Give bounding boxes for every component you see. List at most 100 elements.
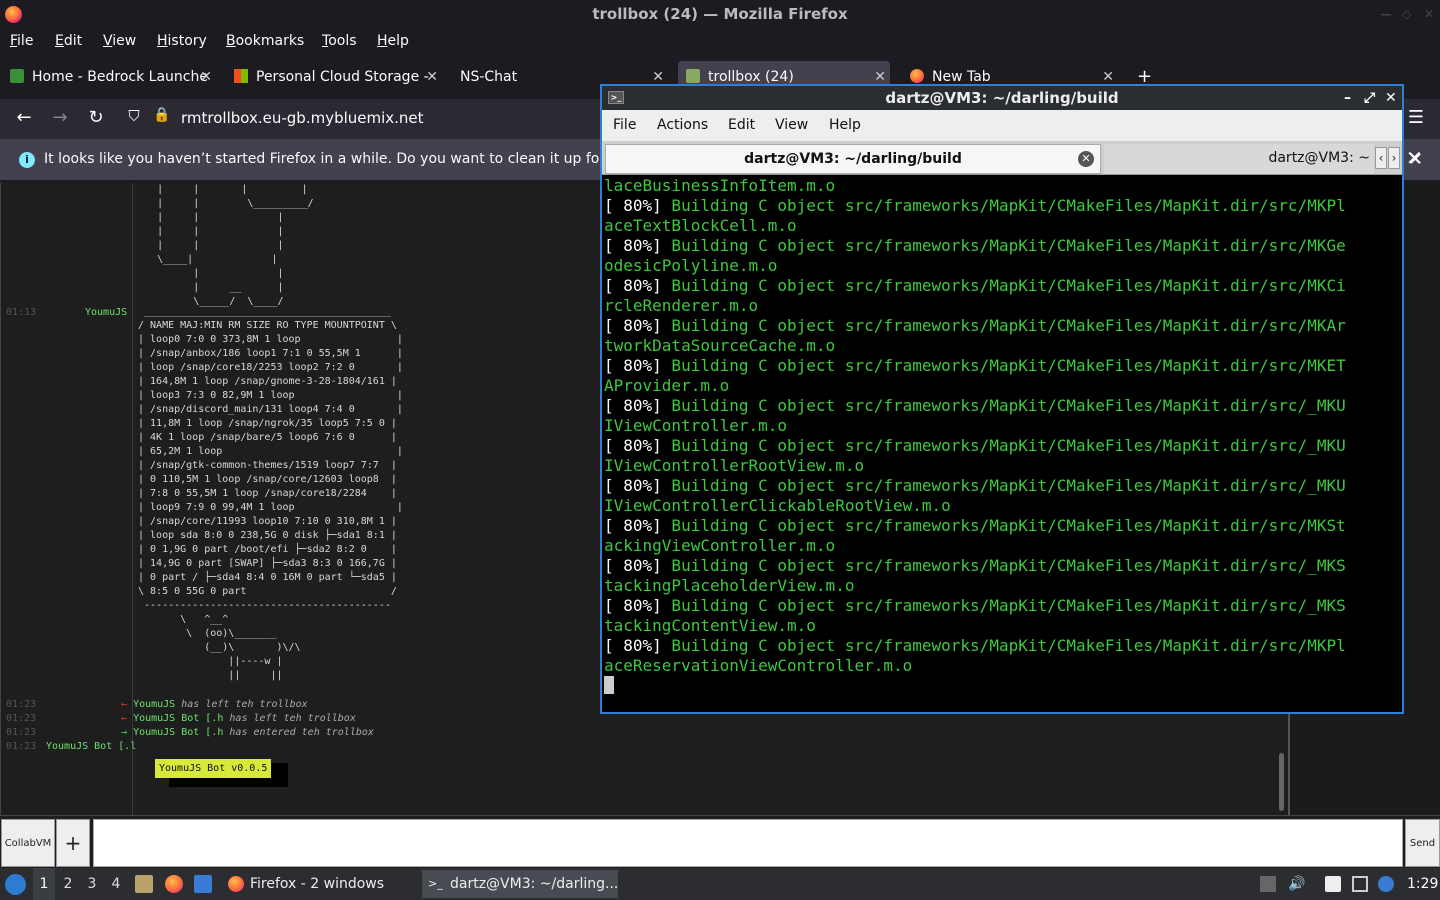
notice-text: It looks like you haven’t started Firefo…: [44, 151, 628, 167]
terminal-line: [ 80%] Building C object src/frameworks/…: [604, 316, 1400, 336]
workspace-2[interactable]: 2: [57, 868, 79, 900]
menu-edit[interactable]: Edit: [55, 33, 82, 49]
close-icon[interactable]: ✕: [1385, 86, 1397, 110]
cowsay-cow: \ ^__^ \ (oo)\_______ (__)\ )\/\ ||----w…: [180, 614, 301, 681]
terminal-line: [ 80%] Building C object src/frameworks/…: [604, 596, 1400, 616]
terminal-line: [ 80%] Building C object src/frameworks/…: [604, 556, 1400, 576]
firefox-logo-icon: [5, 6, 22, 23]
terminal-line-text: Building C object src/frameworks/MapKit/…: [661, 436, 1346, 455]
terminal-line-text: odesicPolyline.m.o: [604, 256, 778, 275]
start-menu-icon[interactable]: [5, 874, 26, 895]
system-nick[interactable]: YoumuJS: [133, 699, 175, 710]
terminal-line: aceTextBlockCell.m.o: [604, 216, 1400, 236]
menu-help[interactable]: Help: [377, 33, 409, 49]
build-percent: [ 80%]: [604, 476, 662, 495]
terminal-menubar: File Actions Edit View Help: [602, 110, 1402, 141]
message-input[interactable]: [93, 819, 1403, 867]
menu-tools[interactable]: Tools: [322, 33, 357, 49]
tab-close-icon[interactable]: ✕: [426, 61, 438, 93]
terminal-line: IViewControllerRootView.m.o: [604, 456, 1400, 476]
terminal-tab-active[interactable]: dartz@VM3: ~/darling/build ✕: [605, 144, 1101, 174]
network-icon[interactable]: [1352, 876, 1368, 892]
clock: 1:29: [1407, 876, 1439, 892]
terminal-menu-actions[interactable]: Actions: [657, 117, 708, 133]
shield-icon[interactable]: ⛉: [122, 107, 146, 125]
minimize-icon[interactable]: —: [1380, 0, 1392, 29]
terminal-line: [ 80%] Building C object src/frameworks/…: [604, 276, 1400, 296]
send-button[interactable]: Send: [1405, 819, 1440, 867]
tab-bedrock-launcher[interactable]: Home - Bedrock Launche ✕: [10, 61, 212, 93]
minimize-icon[interactable]: –: [1344, 86, 1351, 110]
add-button[interactable]: +: [56, 819, 90, 867]
collabvm-button[interactable]: CollabVM: [1, 819, 55, 867]
forward-icon[interactable]: →: [48, 107, 72, 128]
message-time: 01:23: [6, 699, 37, 710]
puzzle-icon: [10, 69, 24, 83]
terminal-output[interactable]: laceBusinessInfoItem.m.o[ 80%] Building …: [604, 176, 1400, 712]
chat-input-row: CollabVM + Send: [0, 815, 1440, 868]
bot-version-badge: YoumuJS Bot v0.0.5: [155, 759, 272, 778]
reload-icon[interactable]: ↻: [84, 107, 108, 128]
terminal-tab-close-icon[interactable]: ✕: [1078, 151, 1094, 167]
terminal-window: >_ dartz@VM3: ~/darling/build – ⤢ ✕ File…: [600, 84, 1404, 714]
terminal-close-tab-icon[interactable]: ✕: [1406, 146, 1423, 170]
maximize-icon[interactable]: ◇: [1402, 0, 1411, 29]
system-nick[interactable]: YoumuJS Bot [.h: [133, 713, 223, 724]
terminal-line: laceBusinessInfoItem.m.o: [604, 176, 1400, 196]
tab-personal-cloud[interactable]: Personal Cloud Storage - ✕: [234, 61, 438, 93]
eject-icon[interactable]: [1260, 876, 1276, 892]
system-nick[interactable]: YoumuJS Bot [.h: [133, 727, 223, 738]
terminal-line: ackingViewController.m.o: [604, 536, 1400, 556]
terminal-line: IViewController.m.o: [604, 416, 1400, 436]
task-firefox[interactable]: Firefox - 2 windows: [222, 870, 418, 898]
firefox-icon: [910, 69, 924, 83]
tab-label: trollbox (24): [708, 69, 794, 85]
terminal-line-text: tackingPlaceholderView.m.o: [604, 576, 855, 595]
message-nick[interactable]: YoumuJS Bot [.l: [46, 741, 136, 752]
terminal-menu-file[interactable]: File: [613, 117, 636, 133]
firefox-titlebar: trollbox (24) — Mozilla Firefox — ◇ ✕: [0, 0, 1440, 29]
terminal-menu-help[interactable]: Help: [829, 117, 861, 133]
terminal-line-text: Building C object src/frameworks/MapKit/…: [661, 476, 1346, 495]
tab-scroll-left-icon[interactable]: ‹: [1375, 147, 1387, 169]
terminal-line: [ 80%] Building C object src/frameworks/…: [604, 196, 1400, 216]
notification-icon[interactable]: [1378, 876, 1394, 892]
desktop-icon[interactable]: [194, 875, 212, 893]
terminal-titlebar[interactable]: >_ dartz@VM3: ~/darling/build – ⤢ ✕: [602, 86, 1402, 110]
terminal-menu-edit[interactable]: Edit: [728, 117, 755, 133]
terminal-menu-view[interactable]: View: [775, 117, 808, 133]
chat-scrollbar[interactable]: [1279, 753, 1284, 811]
enter-arrow-icon: →: [121, 727, 128, 738]
url-bar[interactable]: rmtrollbox.eu-gb.mybluemix.net: [181, 109, 424, 127]
firefox-launcher-icon[interactable]: [165, 875, 183, 893]
workspace-1[interactable]: 1: [33, 868, 55, 900]
volume-icon[interactable]: 🔊: [1288, 876, 1305, 892]
terminal-line: [ 80%] Building C object src/frameworks/…: [604, 236, 1400, 256]
ascii-art-top: | | | | | | \_________/ | | | | | | | | …: [157, 184, 314, 307]
maximize-icon[interactable]: ⤢: [1364, 86, 1375, 110]
tab-scroll-right-icon[interactable]: ›: [1388, 147, 1400, 169]
message-time: 01:23: [6, 727, 37, 738]
build-percent: [ 80%]: [604, 236, 662, 255]
file-manager-icon[interactable]: [135, 875, 153, 893]
message-nick[interactable]: YoumuJS: [85, 307, 127, 318]
build-percent: [ 80%]: [604, 596, 662, 615]
tab-close-icon[interactable]: ✕: [200, 61, 212, 93]
back-icon[interactable]: ←: [12, 107, 36, 128]
menu-file[interactable]: File: [10, 33, 33, 49]
task-terminal[interactable]: >_ dartz@VM3: ~/darling...: [422, 870, 618, 898]
build-percent: [ 80%]: [604, 556, 662, 575]
terminal-tab-second[interactable]: dartz@VM3: ~: [1104, 144, 1374, 174]
workspace-3[interactable]: 3: [81, 868, 103, 900]
build-percent: [ 80%]: [604, 356, 662, 375]
menu-view[interactable]: View: [103, 33, 136, 49]
close-icon[interactable]: ✕: [1424, 0, 1434, 29]
terminal-title: dartz@VM3: ~/darling/build: [885, 89, 1119, 107]
menu-history[interactable]: History: [157, 33, 207, 49]
menu-bookmarks[interactable]: Bookmarks: [226, 33, 304, 49]
clipboard-icon[interactable]: [1325, 876, 1341, 892]
workspace-4[interactable]: 4: [105, 868, 127, 900]
terminal-line-text: AProvider.m.o: [604, 376, 730, 395]
lock-icon[interactable]: 🔒: [150, 107, 174, 123]
hamburger-menu-icon[interactable]: ☰: [1404, 107, 1428, 128]
